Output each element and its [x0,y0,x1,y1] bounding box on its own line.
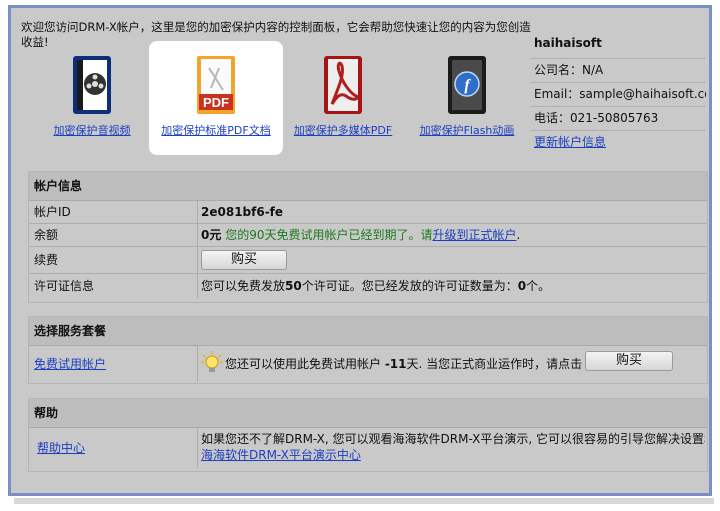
user-name: haihaisoft [530,28,706,59]
help-section-title: 帮助 [29,399,707,428]
renew-buy-button[interactable]: 购买 [201,250,287,270]
demo-center-link[interactable]: 海海软件DRM-X平台演示中心 [201,448,361,462]
update-account-link[interactable]: 更新帐户信息 [534,135,606,149]
account-section: 帐户信息 帐户ID 2e081bf6-fe 余额 0元 您的90天免费试用帐户已… [28,171,708,303]
account-id-value: 2e081bf6-fe [201,205,284,219]
feature-pdf-label[interactable]: 加密保护标准PDF文档 [153,122,279,138]
feature-multimedia-label[interactable]: 加密保护多媒体PDF [287,122,399,138]
panel-shadow [14,498,714,504]
user-company: 公司名：N/A [530,59,706,83]
service-section-title: 选择服务套餐 [29,317,707,346]
service-section: 选择服务套餐 免费试用帐户 您还可以使用此免费试用帐户 -11天. 当您正式商业… [28,316,708,384]
lightbulb-icon [201,351,223,389]
pdf-document-icon: PDF [191,54,241,118]
feature-flash-label[interactable]: 加密保护Flash动画 [412,122,522,138]
plan-buy-button[interactable]: 购买 [585,351,673,371]
balance-value: 0元 [201,228,222,242]
help-section: 帮助 帮助中心 如果您还不了解DRM-X, 您可以观看海海软件DRM-X平台演示… [28,398,708,472]
trial-days-message: 您还可以使用此免费试用帐户 -11天. 当您正式商业运作时，请点击 [225,357,583,371]
feature-video[interactable]: 加密保护音视频 [48,54,136,138]
flash-icon: f [442,54,492,118]
balance-label: 余额 [34,228,59,242]
acrobat-multimedia-icon [318,54,368,118]
help-text: 如果您还不了解DRM-X, 您可以观看海海软件DRM-X平台演示, 它可以很容易… [201,432,705,446]
free-trial-link[interactable]: 免费试用帐户 [34,346,106,382]
svg-text:PDF: PDF [203,95,229,110]
upgrade-account-link[interactable]: 升级到正式帐户 [432,228,516,242]
user-info: haihaisoft 公司名：N/A Email：sample@haihaiso… [530,28,706,154]
renew-label: 续费 [34,253,59,267]
account-section-title: 帐户信息 [29,172,707,201]
feature-flash[interactable]: f 加密保护Flash动画 [412,54,522,138]
license-info: 您可以免费发放50个许可证。您已经发放的许可证数量为：0个。 [201,279,551,293]
feature-video-label[interactable]: 加密保护音视频 [48,122,136,138]
license-label: 许可证信息 [34,279,95,293]
trial-expired-message: 您的90天免费试用帐户已经到期了。请 [225,228,433,242]
help-center-link[interactable]: 帮助中心 [37,439,85,456]
feature-pdf[interactable]: PDF 加密保护标准PDF文档 [153,54,279,138]
feature-multimedia[interactable]: 加密保护多媒体PDF [287,54,399,138]
user-phone: 电话：021-50805763 [530,107,706,131]
video-film-icon [67,54,117,118]
user-email: Email：sample@haihaisoft.com [530,83,706,107]
account-id-label: 帐户ID [34,205,71,219]
